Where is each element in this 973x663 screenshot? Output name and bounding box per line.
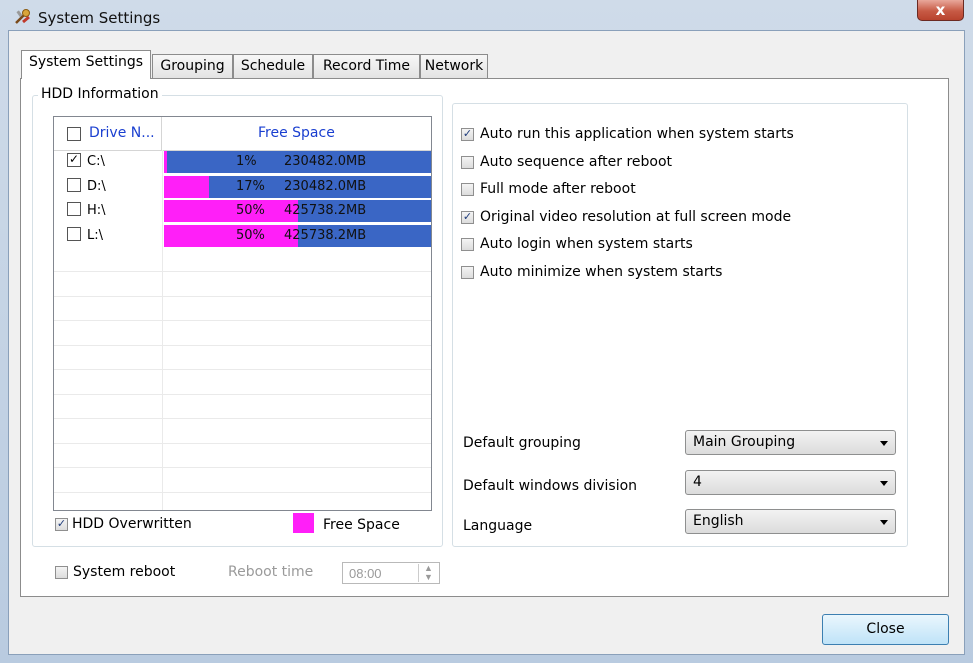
grid-line bbox=[54, 393, 431, 395]
chevron-down-icon bbox=[880, 441, 888, 446]
grid-line bbox=[54, 418, 431, 419]
tab-network[interactable]: Network bbox=[420, 54, 488, 78]
option-label: Original video resolution at full screen… bbox=[480, 208, 792, 225]
free-space-bar: 50% 425738.2MB bbox=[164, 224, 431, 247]
option-checkbox[interactable] bbox=[461, 183, 474, 196]
free-space-bar-text: 50% 425738.2MB bbox=[164, 200, 431, 222]
title-bar[interactable]: System Settings bbox=[0, 0, 973, 30]
default-grouping-value: Main Grouping bbox=[693, 434, 796, 450]
default-windows-division-label: Default windows division bbox=[463, 478, 638, 494]
free-space-percent: 1% bbox=[236, 154, 257, 169]
grid-line bbox=[54, 271, 431, 272]
grid-line bbox=[54, 369, 431, 370]
column-free-space[interactable]: Free Space bbox=[162, 117, 431, 150]
checkmark-icon: ✓ bbox=[56, 518, 67, 530]
free-space-legend-label: Free Space bbox=[323, 517, 400, 533]
drive-checkbox[interactable] bbox=[67, 177, 81, 192]
hdd-information-legend: HDD Information bbox=[38, 86, 162, 102]
column-drive-name[interactable]: Drive N... bbox=[54, 117, 162, 150]
select-all-checkbox[interactable] bbox=[67, 127, 81, 141]
free-space-percent: 50% bbox=[236, 227, 265, 243]
default-windows-division-select[interactable]: 4 bbox=[685, 470, 896, 495]
checkmark-icon: ✓ bbox=[462, 210, 473, 223]
free-space-bar-text: 1% 230482.0MB bbox=[164, 151, 431, 173]
system-reboot-label: System reboot bbox=[73, 564, 176, 580]
window-title: System Settings bbox=[38, 9, 161, 27]
language-value: English bbox=[693, 513, 744, 529]
grid-line bbox=[54, 442, 431, 444]
drive-checkbox[interactable] bbox=[67, 202, 81, 216]
free-space-size: 230482.0MB bbox=[284, 154, 367, 169]
grid-line bbox=[54, 467, 431, 468]
tab-schedule[interactable]: Schedule bbox=[233, 54, 313, 78]
drive-checkbox[interactable] bbox=[67, 226, 81, 241]
option-checkbox[interactable]: ✓ bbox=[461, 210, 474, 224]
option-checkbox[interactable] bbox=[461, 155, 474, 169]
hdd-overwritten-label: HDD Overwritten bbox=[72, 516, 192, 532]
option-checkbox[interactable] bbox=[461, 265, 474, 279]
option-label: Auto sequence after reboot bbox=[480, 153, 673, 170]
drive-list[interactable]: Drive N... Free Space ✓ C:\ 1% 230482.0MB D:… bbox=[53, 116, 432, 511]
drive-name: H:\ bbox=[87, 203, 106, 218]
chevron-down-icon bbox=[880, 481, 888, 486]
option-label: Auto login when system starts bbox=[480, 236, 693, 252]
reboot-time-label: Reboot time bbox=[228, 564, 314, 580]
drive-name: D:\ bbox=[87, 178, 106, 194]
tab-record-time[interactable]: Record Time bbox=[313, 54, 420, 78]
free-space-percent: 50% bbox=[236, 203, 265, 218]
free-space-bar-text: 17% 230482.0MB bbox=[164, 176, 431, 198]
tools-icon bbox=[15, 9, 30, 24]
drive-name: C:\ bbox=[87, 154, 105, 169]
option-label: Full mode after reboot bbox=[480, 181, 636, 197]
drive-name: L:\ bbox=[87, 227, 104, 243]
grid-line bbox=[54, 344, 431, 346]
option-label: Auto run this application when system st… bbox=[480, 126, 794, 142]
default-grouping-select[interactable]: Main Grouping bbox=[685, 430, 896, 455]
grid-line bbox=[54, 491, 431, 493]
reboot-time-input[interactable]: 08:00 ▲ ▼ bbox=[342, 562, 440, 584]
free-space-size: 230482.0MB bbox=[284, 178, 367, 194]
free-space-bar-text: 50% 425738.2MB bbox=[164, 225, 431, 247]
free-space-bar: 17% 230482.0MB bbox=[164, 175, 431, 198]
drive-list-header: Drive N... Free Space bbox=[54, 117, 431, 151]
free-space-bar: 1% 230482.0MB bbox=[164, 151, 431, 173]
grid-line bbox=[54, 295, 431, 297]
language-label: Language bbox=[463, 518, 533, 534]
column-free-space-label: Free Space bbox=[258, 125, 335, 141]
hdd-overwritten-checkbox[interactable]: ✓ bbox=[55, 518, 68, 531]
free-space-swatch bbox=[293, 513, 314, 533]
option-label: Auto minimize when system starts bbox=[480, 263, 723, 280]
grid-line bbox=[54, 320, 431, 321]
time-spinner[interactable]: ▲ ▼ bbox=[418, 563, 439, 582]
free-space-percent: 17% bbox=[236, 178, 265, 194]
chevron-down-icon bbox=[880, 520, 888, 525]
system-reboot-checkbox[interactable] bbox=[55, 566, 68, 579]
close-button[interactable]: Close bbox=[822, 614, 949, 645]
spinner-down-icon[interactable]: ▼ bbox=[424, 572, 433, 582]
default-windows-division-value: 4 bbox=[693, 474, 702, 490]
option-checkbox[interactable]: ✓ bbox=[461, 128, 474, 141]
free-space-size: 425738.2MB bbox=[284, 203, 367, 218]
column-divider bbox=[162, 150, 163, 510]
reboot-time-value: 08:00 bbox=[349, 566, 382, 581]
tab-system-settings[interactable]: System Settings bbox=[21, 50, 151, 79]
drive-checkbox[interactable]: ✓ bbox=[67, 153, 81, 167]
language-select[interactable]: English bbox=[685, 509, 896, 534]
default-grouping-label: Default grouping bbox=[463, 435, 581, 451]
option-checkbox[interactable] bbox=[461, 238, 474, 251]
free-space-bar: 50% 425738.2MB bbox=[164, 200, 431, 222]
free-space-size: 425738.2MB bbox=[284, 227, 367, 243]
column-drive-name-label: Drive N... bbox=[89, 125, 155, 141]
tab-grouping[interactable]: Grouping bbox=[152, 54, 233, 78]
window-close-icon[interactable]: x bbox=[917, 0, 964, 21]
checkmark-icon: ✓ bbox=[462, 128, 473, 140]
